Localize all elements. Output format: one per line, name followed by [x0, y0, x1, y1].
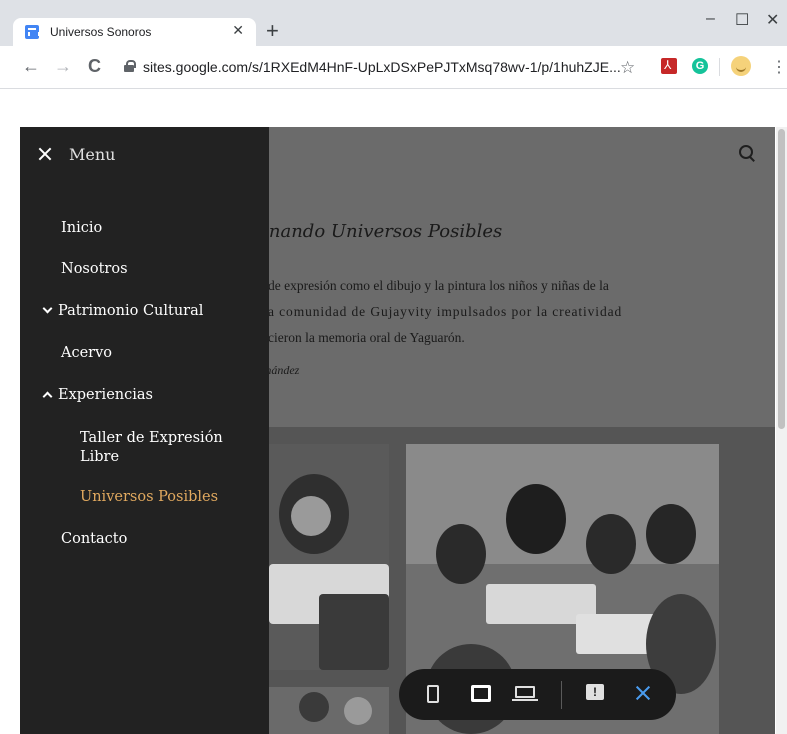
tab-close-icon[interactable]: ✕	[232, 22, 244, 39]
menu-title: Menu	[69, 145, 116, 164]
nav-item-label: Libre	[80, 449, 120, 465]
tab-title: Universos Sonoros	[50, 25, 152, 39]
nav-item-label: Acervo	[61, 345, 113, 361]
nav-item-contacto[interactable]: Contacto	[61, 531, 127, 547]
nav-item-acervo[interactable]: Acervo	[61, 345, 112, 361]
chevron-down-icon[interactable]	[43, 306, 52, 315]
close-menu-icon[interactable]	[38, 147, 52, 161]
nav-item-taller-de-expresion-libre[interactable]: Taller de Expresión Libre	[80, 429, 223, 467]
nav-item-inicio[interactable]: Inicio	[61, 220, 102, 236]
close-preview-icon[interactable]	[635, 685, 651, 701]
google-sites-icon	[25, 25, 40, 39]
nav-item-label: Universos Posibles	[80, 489, 219, 505]
window-close-button[interactable]: ✕	[766, 10, 779, 30]
search-icon[interactable]	[739, 145, 757, 163]
page-scrollbar[interactable]	[776, 127, 787, 734]
tablet-preview-icon[interactable]	[471, 685, 491, 702]
nav-item-label: Taller de Expresión	[80, 430, 223, 446]
minimize-button[interactable]: –	[706, 10, 715, 28]
pdf-extension-icon[interactable]	[661, 58, 677, 74]
nav-item-label: Inicio	[61, 220, 103, 236]
photo-children-bottom[interactable]	[269, 687, 389, 734]
feedback-icon[interactable]: !	[586, 684, 604, 700]
new-tab-button[interactable]: +	[266, 20, 279, 42]
toolbar-separator	[561, 681, 562, 709]
scrollbar-thumb[interactable]	[778, 129, 785, 429]
phone-preview-icon[interactable]	[427, 685, 439, 703]
profile-avatar[interactable]	[731, 56, 751, 76]
back-icon[interactable]: ←	[22, 56, 40, 77]
nav-item-universos-posibles[interactable]: Universos Posibles	[80, 489, 218, 505]
photo-child-smiling[interactable]	[269, 444, 389, 670]
nav-item-experiencias[interactable]: Experiencias	[43, 387, 153, 403]
url-text[interactable]: sites.google.com/s/1RXEdM4HnF-UpLxDSxPeP…	[143, 59, 621, 75]
nav-item-label: Contacto	[61, 531, 128, 547]
lock-icon[interactable]	[124, 60, 136, 72]
toolbar-divider	[719, 58, 720, 76]
grammarly-extension-icon[interactable]: G	[692, 58, 708, 74]
maximize-button[interactable]: ☐	[735, 10, 749, 30]
browser-menu-icon[interactable]: ⋮	[771, 57, 787, 77]
bookmark-star-icon[interactable]: ☆	[620, 58, 635, 78]
laptop-preview-icon[interactable]	[512, 686, 538, 701]
nav-item-patrimonio-cultural[interactable]: Patrimonio Cultural	[43, 303, 203, 319]
browser-titlebar: Universos Sonoros ✕ + – ☐ ✕	[0, 0, 787, 46]
address-bar[interactable]: sites.google.com/s/1RXEdM4HnF-UpLxDSxPeP…	[116, 54, 646, 82]
nav-drawer: Menu Inicio Nosotros Patrimonio Cultural…	[20, 127, 269, 734]
browser-tab[interactable]: Universos Sonoros ✕	[13, 18, 256, 46]
reload-icon[interactable]: C	[88, 56, 101, 77]
chevron-up-icon[interactable]	[43, 390, 52, 399]
preview-toolbar: !	[399, 669, 676, 720]
nav-item-label: Nosotros	[61, 261, 128, 277]
forward-icon[interactable]: →	[54, 56, 72, 77]
nav-item-nosotros[interactable]: Nosotros	[61, 261, 128, 277]
nav-item-label: Patrimonio Cultural	[58, 303, 204, 319]
nav-item-label: Experiencias	[58, 387, 153, 403]
